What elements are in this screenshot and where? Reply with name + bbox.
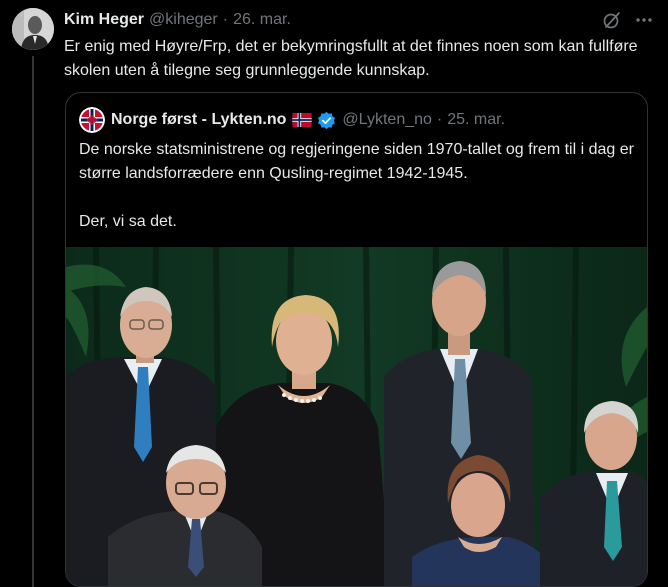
header-separator: ·: [222, 11, 229, 28]
author-handle[interactable]: @kiheger: [149, 11, 218, 29]
quote-header-separator: ·: [436, 111, 443, 128]
quote-header: Norge først - Lykten.no @Lykten_no · 25.: [79, 107, 637, 133]
quote-text-paragraph: Der, vi sa det.: [79, 213, 177, 230]
verified-icon: [317, 111, 336, 130]
quote-author-handle[interactable]: @Lykten_no: [342, 111, 431, 129]
author-avatar[interactable]: [12, 8, 54, 50]
quote-text: De norske statsministrene og regjeringen…: [79, 138, 639, 234]
more-icon[interactable]: [634, 10, 654, 30]
grok-icon[interactable]: [602, 10, 622, 30]
norway-flag-icon: [291, 113, 313, 127]
tweet-header: Kim Heger @kiheger · 26. mar.: [64, 9, 668, 31]
quoted-tweet[interactable]: Norge først - Lykten.no @Lykten_no · 25.: [65, 92, 648, 587]
author-name[interactable]: Kim Heger: [64, 11, 144, 29]
thread-line: [32, 56, 34, 587]
quote-photo[interactable]: [66, 246, 647, 586]
quote-date[interactable]: 25. mar.: [447, 111, 505, 129]
tweet-date[interactable]: 26. mar.: [233, 11, 291, 29]
quote-text-paragraph: De norske statsministrene og regjeringen…: [79, 141, 634, 182]
quote-author-name[interactable]: Norge først - Lykten.no: [111, 111, 286, 129]
tweet[interactable]: Kim Heger @kiheger · 26. mar. Er enig me…: [0, 0, 668, 587]
quote-author-avatar[interactable]: [79, 107, 105, 133]
tweet-text: Er enig med Høyre/Frp, det er bekymrings…: [64, 38, 638, 79]
